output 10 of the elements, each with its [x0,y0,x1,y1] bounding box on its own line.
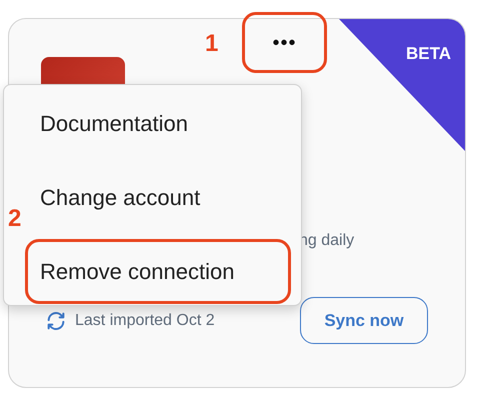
step-number: 2 [8,207,22,231]
menu-item[interactable]: Change account [25,165,291,230]
more-options-button[interactable]: ••• [242,12,327,73]
menu-item[interactable]: Documentation [25,91,291,156]
last-imported-text: Last imported Oct 2 [75,310,215,330]
sync-icon [45,310,67,332]
beta-label: BETA [406,43,451,65]
sync-now-button[interactable]: Sync now [300,297,428,344]
menu-item[interactable]: Remove connection [25,239,291,304]
step-number: 1 [205,32,218,56]
